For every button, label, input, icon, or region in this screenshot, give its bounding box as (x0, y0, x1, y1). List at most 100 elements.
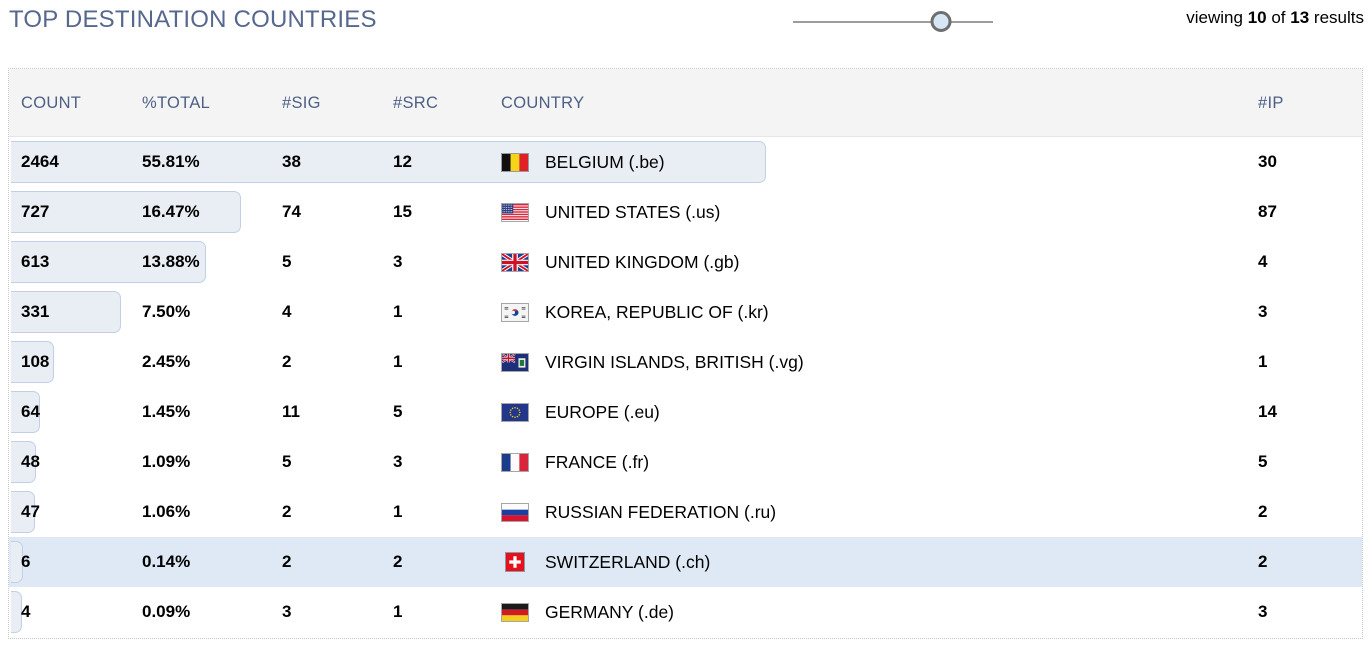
table-row[interactable]: 727 16.47% 74 15 UNITED STATES (.us) 87 (9, 187, 1362, 237)
table-row[interactable]: 64 1.45% 11 5 EUROPE (.eu) 14 (9, 387, 1362, 437)
cell-src: 3 (393, 452, 403, 471)
cell-country: VIRGIN ISLANDS, BRITISH (.vg) (501, 337, 804, 387)
flag-be-icon (501, 152, 529, 172)
column-header-country[interactable]: COUNTRY (501, 69, 584, 137)
cell-country: UNITED STATES (.us) (501, 187, 720, 237)
viewing-shown-count: 10 (1247, 8, 1267, 27)
country-name: BELGIUM (.be) (545, 151, 665, 172)
cell-count: 6 (21, 552, 31, 571)
cell-sig: 4 (282, 302, 292, 321)
cell-sig: 2 (282, 552, 292, 571)
cell-src: 1 (393, 352, 403, 371)
table-body: 2464 55.81% 38 12 BELGIUM (.be) 30 727 16.47% 74… (9, 137, 1362, 637)
cell-sig: 5 (282, 252, 292, 271)
cell-total: 2.45% (142, 352, 191, 371)
cell-total: 0.09% (142, 602, 191, 621)
cell-total: 0.14% (142, 552, 191, 571)
cell-country: RUSSIAN FEDERATION (.ru) (501, 487, 776, 537)
column-header-ip[interactable]: #IP (1258, 69, 1284, 137)
table-row[interactable]: 47 1.06% 2 1 RUSSIAN FEDERATION (.ru) 2 (9, 487, 1362, 537)
country-name: EUROPE (.eu) (545, 401, 660, 422)
cell-count: 2464 (21, 152, 59, 171)
cell-count: 613 (21, 252, 50, 271)
table-row[interactable]: 6 0.14% 2 2 SWITZERLAND (.ch) 2 (9, 537, 1362, 587)
panel-header: TOP DESTINATION COUNTRIES viewing 10 of … (0, 0, 1372, 60)
flag-ch-icon (505, 552, 525, 572)
cell-sig: 2 (282, 352, 292, 371)
cell-sig: 2 (282, 502, 292, 521)
cell-country: SWITZERLAND (.ch) (501, 537, 710, 587)
countries-table: COUNT %TOTAL #SIG #SRC COUNTRY #IP 2464 55.81%… (8, 68, 1363, 639)
cell-src: 1 (393, 302, 403, 321)
cell-country: BELGIUM (.be) (501, 137, 665, 187)
flag-vg-icon (501, 352, 529, 372)
flag-de-icon (501, 602, 529, 622)
column-header-total[interactable]: %TOTAL (142, 69, 210, 137)
cell-ip: 2 (1258, 552, 1268, 571)
cell-country: KOREA, REPUBLIC OF (.kr) (501, 287, 769, 337)
cell-ip: 87 (1258, 202, 1277, 221)
country-name: VIRGIN ISLANDS, BRITISH (.vg) (545, 351, 804, 372)
cell-src: 3 (393, 252, 403, 271)
country-name: UNITED KINGDOM (.gb) (545, 251, 740, 272)
cell-ip: 2 (1258, 502, 1268, 521)
cell-ip: 3 (1258, 602, 1268, 621)
flag-fr-icon (501, 452, 529, 472)
cell-ip: 1 (1258, 352, 1268, 371)
table-row[interactable]: 4 0.09% 3 1 GERMANY (.de) 3 (9, 587, 1362, 637)
cell-total: 1.09% (142, 452, 191, 471)
table-row[interactable]: 613 13.88% 5 3 UNITED KINGDOM (.gb) 4 (9, 237, 1362, 287)
cell-sig: 38 (282, 152, 301, 171)
cell-src: 2 (393, 552, 403, 571)
cell-total: 16.47% (142, 202, 200, 221)
table-row[interactable]: 108 2.45% 2 1 VIRGIN ISLANDS, BRITISH (.vg) 1 (9, 337, 1362, 387)
results-count-label: viewing 10 of 13 results (1186, 8, 1364, 28)
cell-total: 1.45% (142, 402, 191, 421)
cell-count: 47 (21, 502, 40, 521)
cell-country: UNITED KINGDOM (.gb) (501, 237, 739, 287)
flag-ru-icon (501, 502, 529, 522)
page-title: TOP DESTINATION COUNTRIES (9, 6, 377, 33)
cell-country: GERMANY (.de) (501, 587, 674, 637)
slider-handle[interactable] (930, 11, 952, 32)
slider-track[interactable] (793, 21, 993, 23)
cell-count: 48 (21, 452, 40, 471)
table-row[interactable]: 2464 55.81% 38 12 BELGIUM (.be) 30 (9, 137, 1362, 187)
cell-ip: 14 (1258, 402, 1277, 421)
country-name: UNITED STATES (.us) (545, 201, 721, 222)
table-row[interactable]: 48 1.09% 5 3 FRANCE (.fr) 5 (9, 437, 1362, 487)
viewing-middle: of (1271, 8, 1286, 27)
table-header-row: COUNT %TOTAL #SIG #SRC COUNTRY #IP (9, 69, 1362, 137)
cell-sig: 5 (282, 452, 292, 471)
country-name: GERMANY (.de) (545, 601, 675, 622)
viewing-suffix: results (1313, 8, 1364, 27)
cell-country: FRANCE (.fr) (501, 437, 649, 487)
cell-src: 1 (393, 502, 403, 521)
cell-ip: 4 (1258, 252, 1268, 271)
column-header-count[interactable]: COUNT (21, 69, 81, 137)
column-header-sig[interactable]: #SIG (282, 69, 321, 137)
cell-total: 13.88% (142, 252, 200, 271)
cell-ip: 3 (1258, 302, 1268, 321)
cell-total: 1.06% (142, 502, 191, 521)
results-count-slider[interactable] (793, 11, 993, 33)
cell-country: EUROPE (.eu) (501, 387, 660, 437)
flag-eu-icon (501, 402, 529, 422)
column-header-src[interactable]: #SRC (393, 69, 438, 137)
cell-count: 108 (21, 352, 50, 371)
cell-src: 15 (393, 202, 412, 221)
cell-count: 4 (21, 602, 31, 621)
cell-count: 64 (21, 402, 40, 421)
flag-gb-icon (501, 252, 529, 272)
cell-ip: 30 (1258, 152, 1277, 171)
viewing-total-count: 13 (1290, 8, 1310, 27)
cell-ip: 5 (1258, 452, 1268, 471)
cell-sig: 3 (282, 602, 292, 621)
cell-total: 7.50% (142, 302, 191, 321)
table-row[interactable]: 331 7.50% 4 1 KOREA, REPUBLIC OF (.kr) 3 (9, 287, 1362, 337)
flag-kr-icon (501, 302, 529, 322)
viewing-prefix: viewing (1186, 8, 1243, 27)
cell-sig: 11 (282, 402, 300, 421)
cell-src: 12 (393, 152, 412, 171)
country-name: FRANCE (.fr) (545, 451, 650, 472)
